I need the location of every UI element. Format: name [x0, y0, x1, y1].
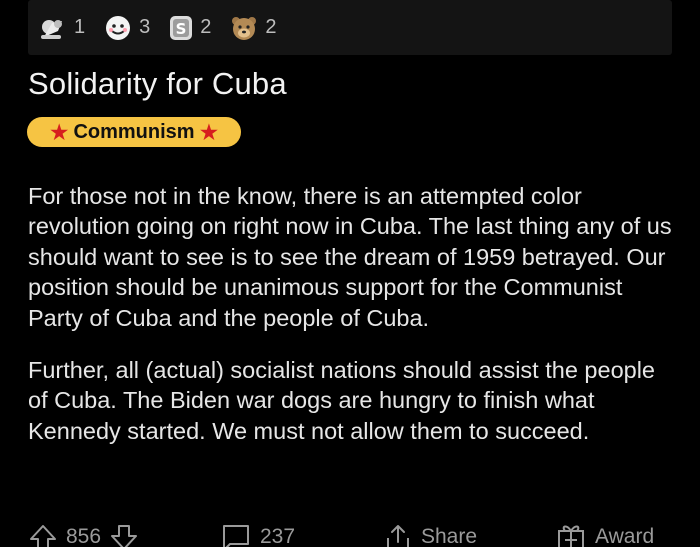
- award-count: 2: [265, 16, 277, 38]
- share-button[interactable]: Share: [383, 522, 477, 547]
- comments-button[interactable]: 237: [220, 522, 295, 547]
- post-title: Solidarity for Cuba: [28, 66, 287, 101]
- vote-group: 856: [28, 522, 139, 547]
- award-count: 2: [200, 16, 212, 38]
- award-coin[interactable]: S 2: [168, 14, 211, 42]
- awards-bar[interactable]: 1 3 S 2 2: [28, 0, 672, 55]
- svg-text:S: S: [176, 20, 187, 38]
- post-body: For those not in the know, there is an a…: [28, 181, 678, 468]
- silver-award-icon: [41, 19, 62, 39]
- post-action-bar: 856 237 Share Award: [28, 522, 678, 547]
- red-star-icon: ★: [48, 118, 70, 145]
- upvote-arrow-icon[interactable]: [28, 522, 58, 547]
- award-button[interactable]: Award: [555, 522, 654, 547]
- award-count: 1: [74, 16, 86, 38]
- award-silver[interactable]: 1: [38, 13, 85, 43]
- post-paragraph: Further, all (actual) socialist nations …: [28, 357, 655, 444]
- post-paragraph: For those not in the know, there is an a…: [28, 183, 672, 331]
- wholesome-face-award-icon: [106, 15, 131, 40]
- share-icon: [387, 525, 409, 547]
- award-wholesome[interactable]: 3: [103, 13, 150, 43]
- bear-award-icon: [232, 16, 257, 40]
- flair-label: Communism: [73, 120, 195, 143]
- comment-icon: [223, 525, 249, 547]
- award-label: Award: [595, 525, 655, 547]
- award-count: 3: [139, 16, 151, 38]
- comment-count: 237: [260, 525, 296, 547]
- post-flair[interactable]: ★ Communism ★: [27, 117, 241, 147]
- vote-score: 856: [66, 525, 102, 547]
- red-star-icon: ★: [198, 118, 220, 145]
- share-label: Share: [421, 525, 478, 547]
- downvote-arrow-icon[interactable]: [109, 522, 139, 547]
- award-bear[interactable]: 2: [229, 13, 277, 43]
- coin-award-icon: S: [170, 15, 193, 40]
- gift-award-icon: [558, 525, 584, 547]
